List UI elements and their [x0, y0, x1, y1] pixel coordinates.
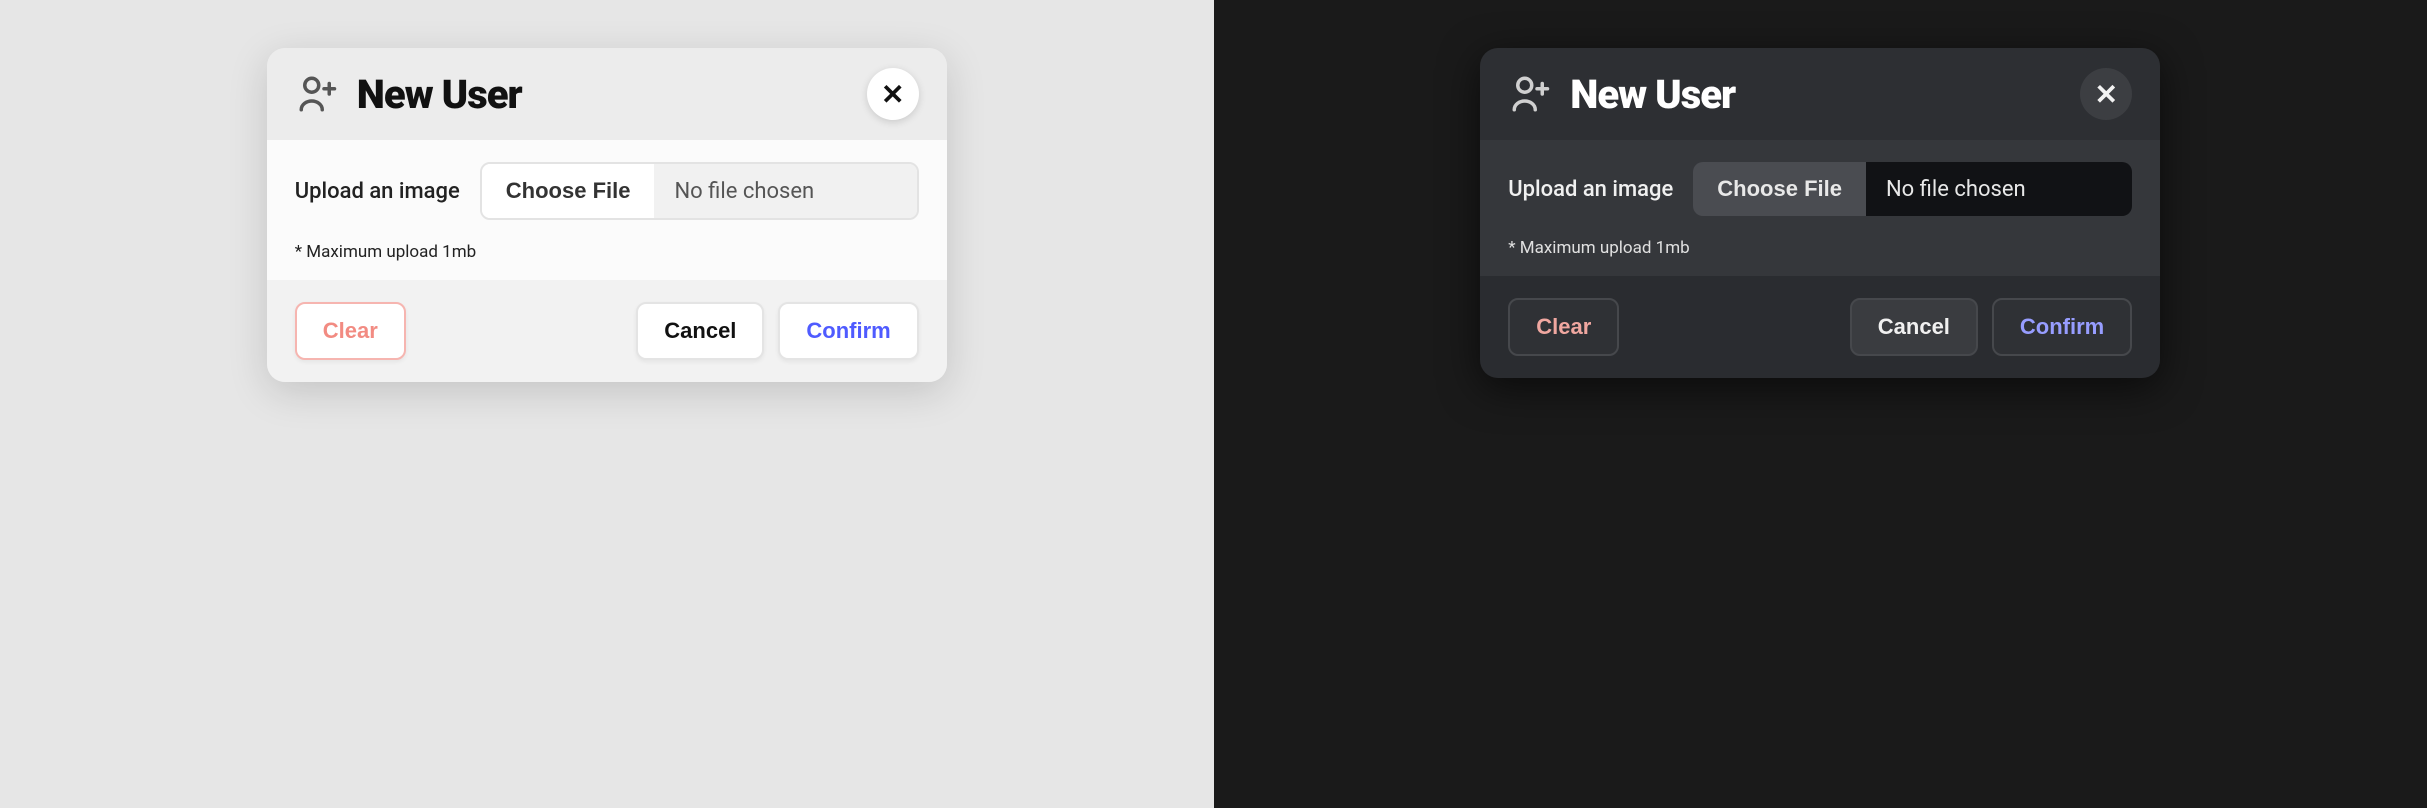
dialog-header: New User ✕: [267, 48, 947, 140]
clear-button[interactable]: Clear: [295, 302, 406, 360]
upload-row: Upload an image Choose File No file chos…: [295, 162, 919, 220]
dialog-header: New User ✕: [1480, 48, 2160, 140]
close-icon: ✕: [881, 78, 904, 111]
confirm-button[interactable]: Confirm: [1992, 298, 2132, 356]
new-user-dialog: New User ✕ Upload an image Choose File N…: [1480, 48, 2160, 378]
cancel-button[interactable]: Cancel: [1850, 298, 1978, 356]
close-button[interactable]: ✕: [2080, 68, 2132, 120]
dark-theme-preview: New User ✕ Upload an image Choose File N…: [1214, 0, 2427, 808]
file-picker: Choose File No file chosen: [1693, 162, 2132, 216]
choose-file-button[interactable]: Choose File: [482, 164, 655, 218]
upload-hint: * Maximum upload 1mb: [1508, 238, 2132, 258]
dialog-title: New User: [357, 71, 522, 118]
dialog-body: Upload an image Choose File No file chos…: [267, 140, 947, 280]
file-picker: Choose File No file chosen: [480, 162, 919, 220]
dialog-title: New User: [1570, 71, 1735, 118]
upload-label: Upload an image: [1508, 177, 1673, 202]
light-theme-preview: New User ✕ Upload an image Choose File N…: [0, 0, 1214, 808]
dialog-footer: Clear Cancel Confirm: [1480, 276, 2160, 378]
dialog-body: Upload an image Choose File No file chos…: [1480, 140, 2160, 276]
user-plus-icon: [1508, 72, 1552, 116]
choose-file-button[interactable]: Choose File: [1693, 162, 1866, 216]
upload-row: Upload an image Choose File No file chos…: [1508, 162, 2132, 216]
close-icon: ✕: [2095, 78, 2118, 111]
clear-button[interactable]: Clear: [1508, 298, 1619, 356]
upload-label: Upload an image: [295, 179, 460, 204]
confirm-button[interactable]: Confirm: [778, 302, 918, 360]
new-user-dialog: New User ✕ Upload an image Choose File N…: [267, 48, 947, 382]
file-status: No file chosen: [654, 164, 916, 218]
close-button[interactable]: ✕: [867, 68, 919, 120]
dialog-footer: Clear Cancel Confirm: [267, 280, 947, 382]
cancel-button[interactable]: Cancel: [636, 302, 764, 360]
file-status: No file chosen: [1866, 162, 2132, 216]
user-plus-icon: [295, 72, 339, 116]
upload-hint: * Maximum upload 1mb: [295, 242, 919, 262]
